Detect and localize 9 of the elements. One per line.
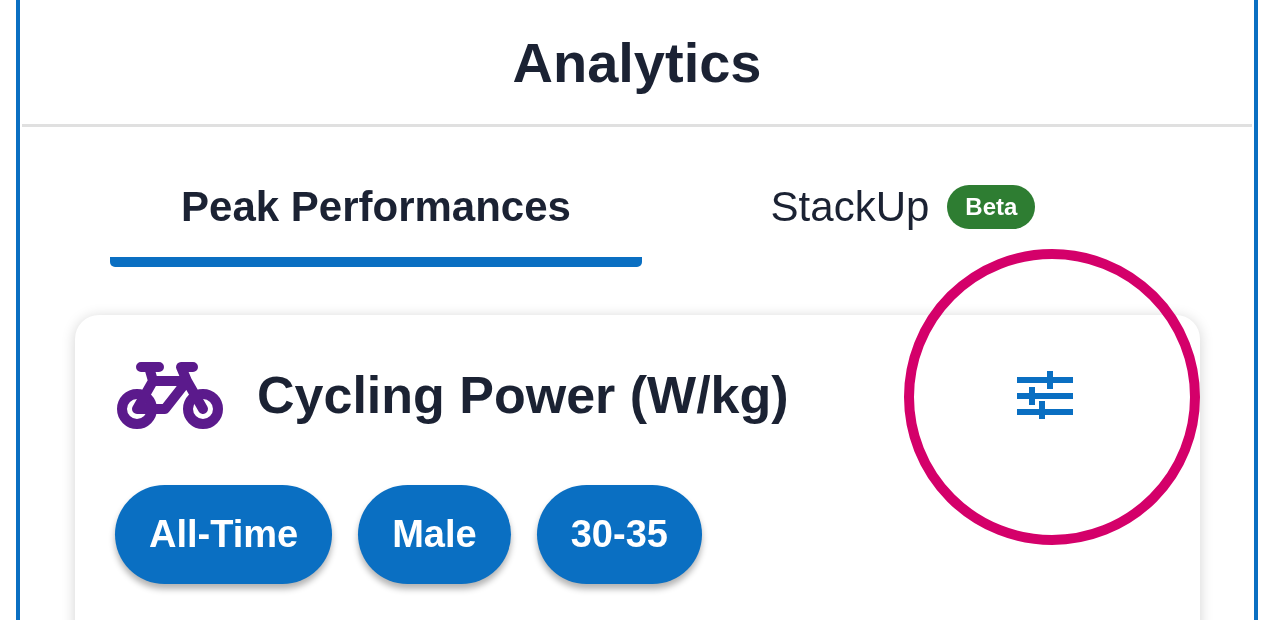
filter-chip[interactable]: 30-35 bbox=[536, 485, 702, 584]
card-title: Cycling Power (W/kg) bbox=[257, 365, 790, 425]
tab[interactable]: Peak Performances bbox=[110, 137, 642, 267]
filter-chip[interactable]: All-Time bbox=[115, 485, 333, 584]
tab[interactable]: StackUp bbox=[770, 137, 930, 267]
beta-badge: Beta bbox=[947, 185, 1036, 229]
page-title: Analytics bbox=[512, 29, 762, 95]
filter-chip[interactable]: Male bbox=[358, 485, 511, 584]
settings-icon bbox=[1017, 371, 1073, 419]
